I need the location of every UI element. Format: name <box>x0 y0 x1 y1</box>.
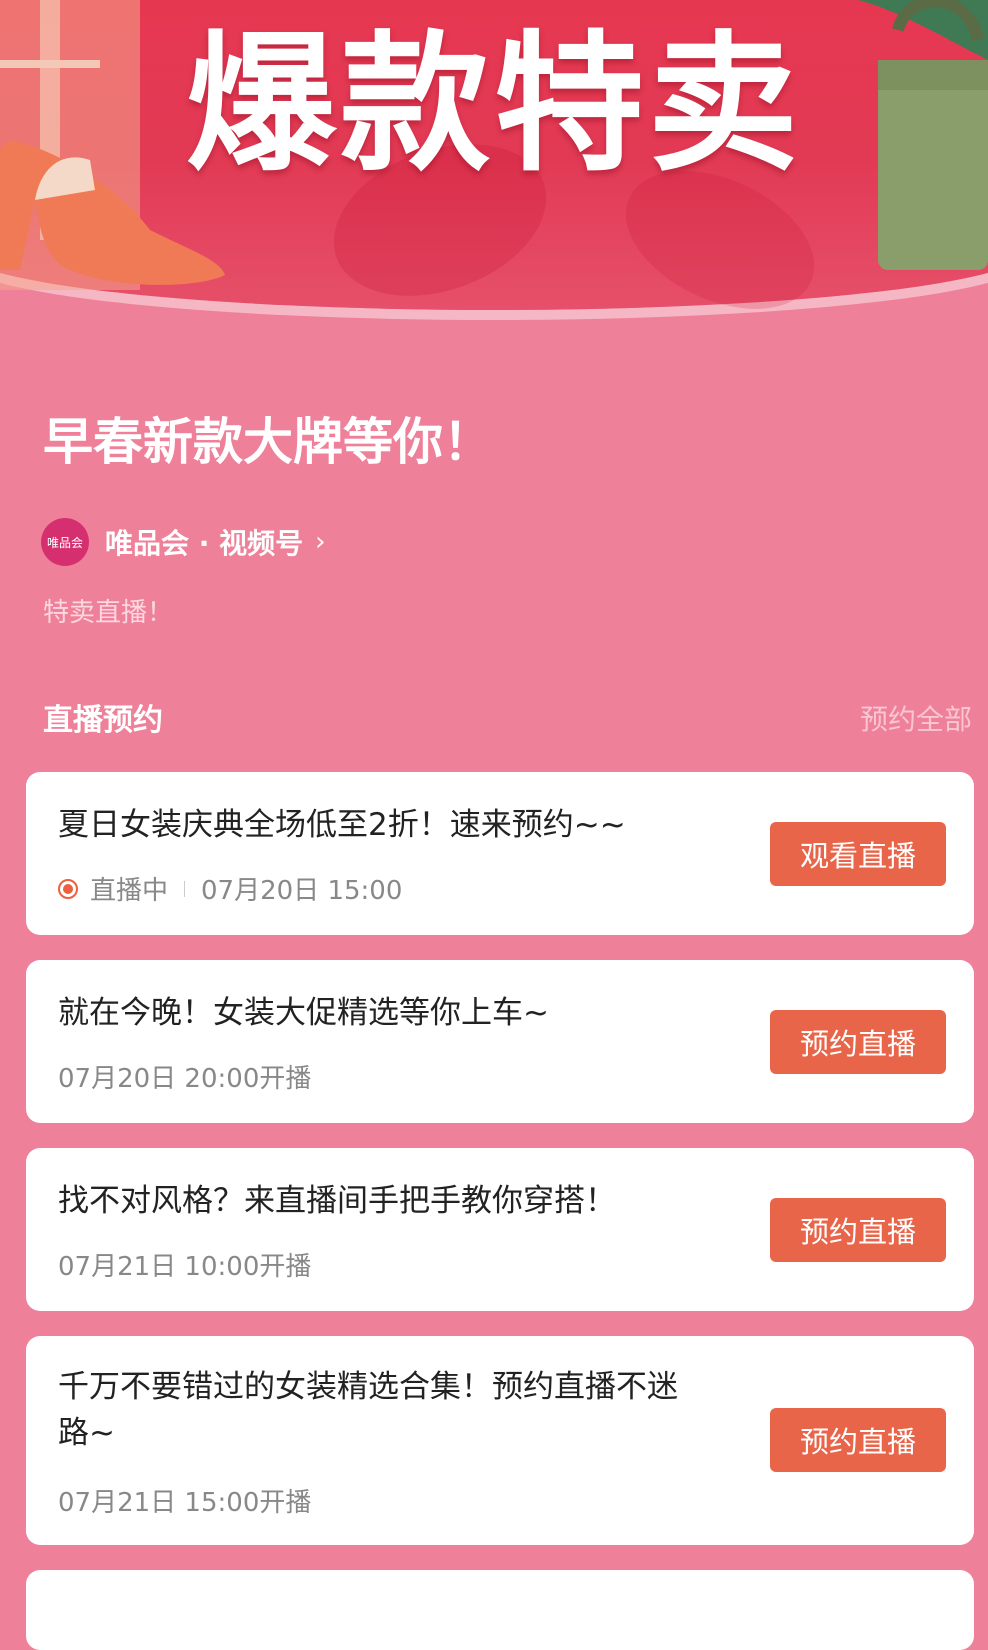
live-card-title: 找不对风格？来直播间手把手教你穿搭！ <box>58 1183 616 1219</box>
page-title: 早春新款大牌等你！ <box>43 413 493 471</box>
reserve-live-button[interactable]: 预约直播 <box>770 1010 946 1074</box>
live-card[interactable]: 夏日女装庆典全场低至2折！速来预约~~ 直播中 07月20日 15:00 观看直… <box>26 772 974 935</box>
live-indicator-icon <box>58 878 78 899</box>
live-card[interactable] <box>26 1570 974 1650</box>
chevron-right-icon: › <box>315 527 326 557</box>
reserve-live-button[interactable]: 预约直播 <box>770 1408 946 1472</box>
page-subtitle: 特卖直播！ <box>43 598 174 628</box>
live-card[interactable]: 就在今晚！女装大促精选等你上车~ 07月20日 20:00开播 预约直播 <box>26 960 974 1123</box>
live-time: 07月21日 15:00开播 <box>58 1488 312 1518</box>
watch-live-button[interactable]: 观看直播 <box>770 822 946 886</box>
live-card-meta: 07月20日 20:00开播 <box>58 1058 311 1095</box>
divider <box>184 880 186 897</box>
live-status: 直播中 <box>90 876 169 906</box>
live-time: 07月20日 20:00开播 <box>58 1064 312 1094</box>
live-time: 07月20日 15:00 <box>201 876 403 906</box>
account-name: 唯品会 · 视频号 <box>105 527 304 560</box>
live-card-title: 夏日女装庆典全场低至2折！速来预约~~ <box>58 807 626 843</box>
live-time: 07月21日 10:00开播 <box>58 1252 312 1282</box>
account-link[interactable]: 唯品会 唯品会 · 视频号 › <box>41 517 326 567</box>
promo-banner[interactable]: 爆款特卖 <box>0 0 988 362</box>
section-title: 直播预约 <box>43 703 163 738</box>
reserve-live-button[interactable]: 预约直播 <box>770 1198 946 1262</box>
reserve-all-link[interactable]: 预约全部 <box>860 698 972 738</box>
avatar: 唯品会 <box>41 518 89 566</box>
live-card[interactable]: 千万不要错过的女装精选合集！预约直播不迷路~ 07月21日 15:00开播 预约… <box>26 1336 974 1545</box>
live-card-meta: 07月21日 10:00开播 <box>58 1246 311 1283</box>
live-card-meta: 07月21日 15:00开播 <box>58 1482 311 1519</box>
live-card[interactable]: 找不对风格？来直播间手把手教你穿搭！ 07月21日 10:00开播 预约直播 <box>26 1148 974 1311</box>
live-card-title: 就在今晚！女装大促精选等你上车~ <box>58 995 549 1031</box>
live-card-meta: 直播中 07月20日 15:00 <box>58 870 402 907</box>
banner-title: 爆款特卖 <box>185 18 802 192</box>
live-card-title: 千万不要错过的女装精选合集！预约直播不迷路~ <box>58 1369 678 1451</box>
